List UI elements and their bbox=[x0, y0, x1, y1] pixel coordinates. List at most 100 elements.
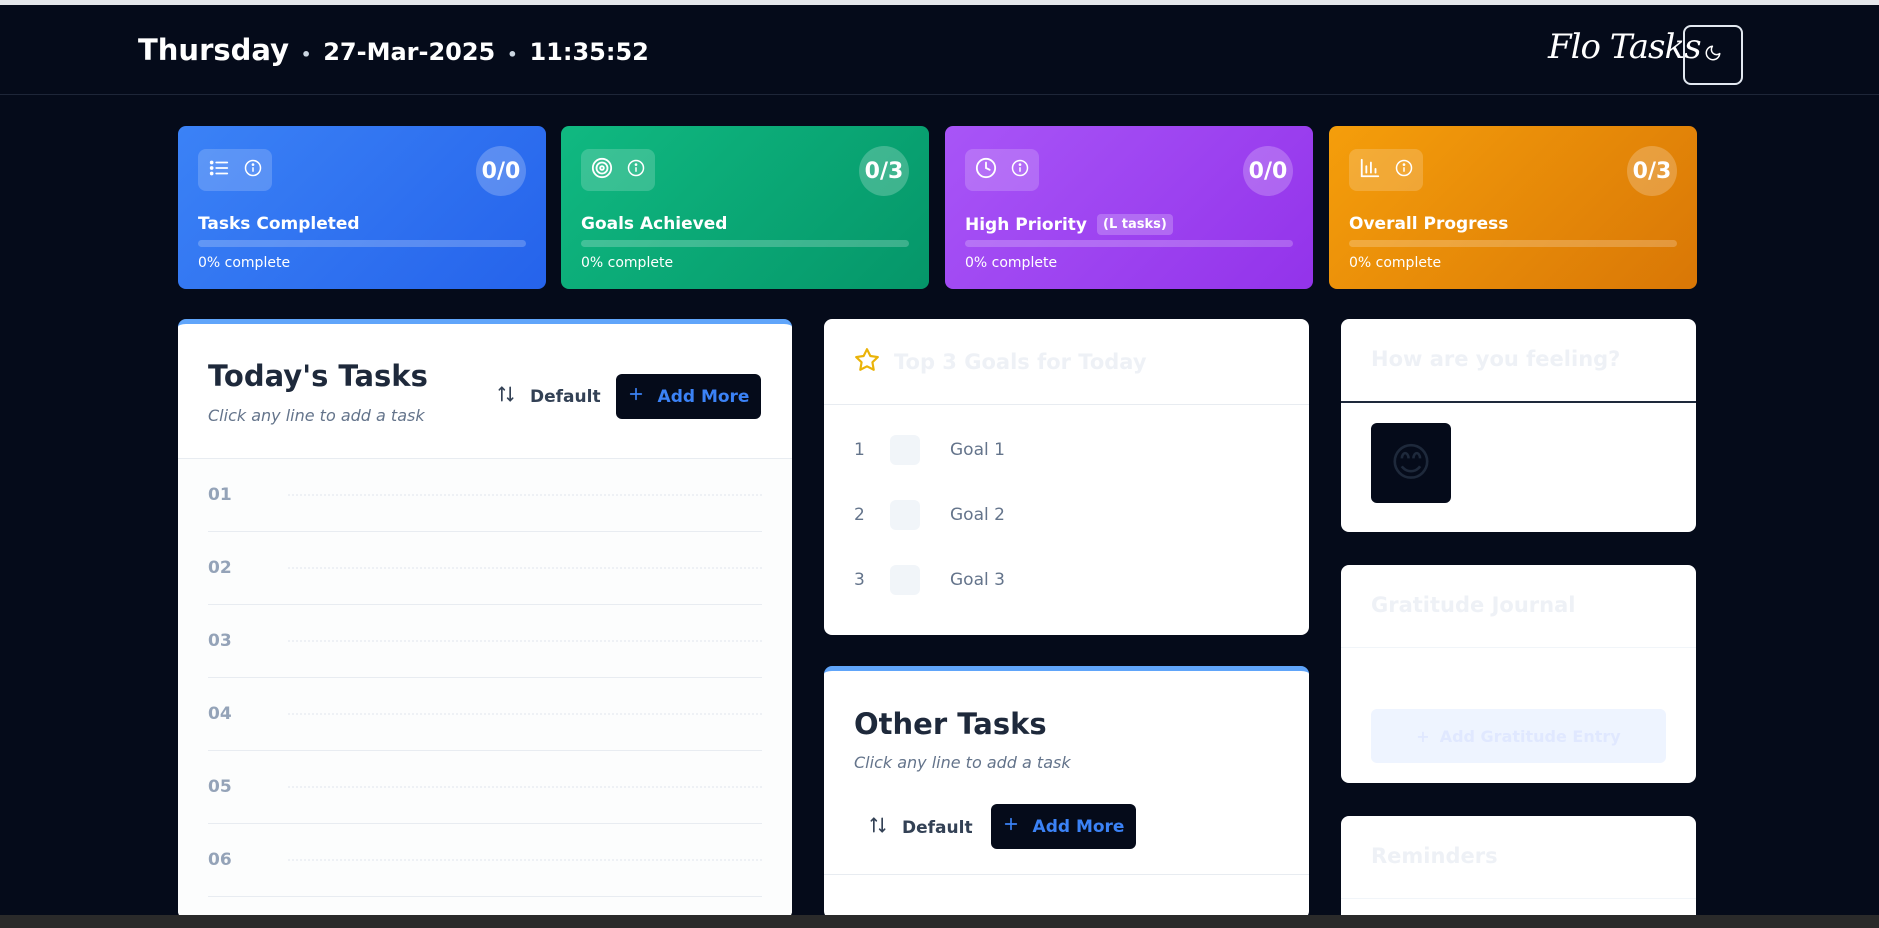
section-subtitle: Click any line to add a task bbox=[208, 406, 425, 425]
info-icon[interactable] bbox=[1011, 159, 1029, 181]
stat-icons bbox=[1349, 149, 1423, 191]
sort-label: Default bbox=[530, 386, 601, 407]
stat-title: Overall Progress bbox=[1349, 214, 1508, 234]
stat-subtext: 0% complete bbox=[198, 255, 291, 271]
line-number: 03 bbox=[208, 631, 232, 651]
goal-label[interactable]: Goal 3 bbox=[950, 570, 1005, 590]
stat-count: 0/0 bbox=[1243, 146, 1293, 196]
moon-icon bbox=[1704, 44, 1722, 66]
stat-icons bbox=[198, 149, 272, 191]
stat-card-high-priority: 0/0 High Priority (L tasks) 0% complete bbox=[945, 126, 1313, 289]
divider bbox=[1341, 401, 1696, 403]
plus-icon bbox=[628, 386, 644, 407]
goal-label[interactable]: Goal 2 bbox=[950, 505, 1005, 525]
goal-number: 2 bbox=[854, 505, 865, 525]
progress-bar bbox=[1349, 240, 1677, 247]
date-label: 27-Mar-2025 bbox=[323, 38, 496, 66]
gratitude-card: Gratitude Journal + Add Gratitude Entry bbox=[1341, 565, 1696, 783]
add-gratitude-button[interactable]: + Add Gratitude Entry bbox=[1371, 709, 1666, 763]
goal-number: 3 bbox=[854, 570, 865, 590]
separator-dot: • bbox=[507, 45, 518, 64]
section-title: Top 3 Goals for Today bbox=[894, 350, 1147, 374]
goal-row[interactable]: 2 Goal 2 bbox=[854, 500, 1005, 530]
stat-count: 0/3 bbox=[859, 146, 909, 196]
mood-button[interactable]: 😊 bbox=[1371, 423, 1451, 503]
plus-icon bbox=[1003, 816, 1019, 837]
stat-title: Goals Achieved bbox=[581, 214, 727, 234]
line-number: 02 bbox=[208, 558, 232, 578]
line-dots bbox=[288, 567, 762, 569]
task-line[interactable]: 05 bbox=[208, 751, 762, 824]
line-number: 04 bbox=[208, 704, 232, 724]
stat-title-text: Goals Achieved bbox=[581, 214, 728, 234]
sort-label: Default bbox=[902, 817, 973, 838]
stat-count: 0/3 bbox=[1627, 146, 1677, 196]
add-more-label: Add More bbox=[657, 386, 750, 407]
section-subtitle: Click any line to add a task bbox=[854, 753, 1071, 772]
section-title: Other Tasks bbox=[854, 707, 1047, 741]
stat-card-overall-progress: 0/3 Overall Progress 0% complete bbox=[1329, 126, 1697, 289]
progress-bar bbox=[581, 240, 909, 247]
app-header: Thursday • 27-Mar-2025 • 11:35:52 Flo Ta… bbox=[0, 5, 1879, 95]
line-dots bbox=[288, 713, 762, 715]
feeling-card: How are you feeling? 😊 bbox=[1341, 319, 1696, 532]
time-label: 11:35:52 bbox=[529, 38, 649, 66]
plus-icon: + bbox=[1416, 726, 1430, 746]
progress-bar bbox=[198, 240, 526, 247]
clock-icon bbox=[975, 157, 997, 183]
bar-chart-icon bbox=[1359, 157, 1381, 183]
info-icon[interactable] bbox=[627, 159, 645, 181]
section-title: Gratitude Journal bbox=[1371, 593, 1576, 617]
task-line[interactable]: 01 bbox=[208, 459, 762, 532]
task-line[interactable]: 03 bbox=[208, 605, 762, 678]
stat-card-goals-achieved: 0/3 Goals Achieved 0% complete bbox=[561, 126, 929, 289]
goal-row[interactable]: 1 Goal 1 bbox=[854, 435, 1005, 465]
task-line[interactable]: 04 bbox=[208, 678, 762, 751]
sort-icon bbox=[496, 384, 516, 409]
info-icon[interactable] bbox=[1395, 159, 1413, 181]
stat-title: High Priority (L tasks) bbox=[965, 214, 1173, 235]
todays-tasks-card: Today's Tasks Click any line to add a ta… bbox=[178, 319, 792, 919]
stat-count: 0/0 bbox=[476, 146, 526, 196]
stat-icons bbox=[965, 149, 1039, 191]
add-gratitude-label: Add Gratitude Entry bbox=[1439, 726, 1621, 746]
line-number: 06 bbox=[208, 850, 232, 870]
sort-dropdown[interactable]: Default bbox=[496, 384, 601, 409]
stat-title-text: Tasks Completed bbox=[198, 214, 360, 234]
goal-label[interactable]: Goal 1 bbox=[950, 440, 1005, 460]
stat-subtext: 0% complete bbox=[965, 255, 1058, 271]
day-label: Thursday bbox=[138, 33, 289, 67]
goal-checkbox[interactable] bbox=[890, 500, 920, 530]
other-tasks-card: Other Tasks Click any line to add a task… bbox=[824, 666, 1309, 919]
star-icon bbox=[854, 347, 880, 377]
add-more-button[interactable]: Add More bbox=[991, 804, 1136, 849]
stat-card-tasks-completed: 0/0 Tasks Completed 0% complete bbox=[178, 126, 546, 289]
goal-checkbox[interactable] bbox=[890, 435, 920, 465]
info-icon[interactable] bbox=[244, 159, 262, 181]
line-dots bbox=[288, 859, 762, 861]
stat-icons bbox=[581, 149, 655, 191]
add-more-button[interactable]: Add More bbox=[616, 374, 761, 419]
line-number: 05 bbox=[208, 777, 232, 797]
smile-emoji-icon: 😊 bbox=[1390, 440, 1432, 486]
goal-row[interactable]: 3 Goal 3 bbox=[854, 565, 1005, 595]
goals-header: Top 3 Goals for Today bbox=[854, 347, 1147, 377]
divider bbox=[1341, 647, 1696, 648]
separator-dot: • bbox=[300, 45, 312, 64]
line-dots bbox=[288, 494, 762, 496]
list-icon bbox=[208, 157, 230, 183]
task-line[interactable]: 02 bbox=[208, 532, 762, 605]
target-icon bbox=[591, 157, 613, 183]
stat-subtext: 0% complete bbox=[581, 255, 674, 271]
line-dots bbox=[288, 786, 762, 788]
sort-dropdown[interactable]: Default bbox=[868, 815, 973, 840]
section-title: Reminders bbox=[1371, 844, 1498, 868]
top-goals-card: Top 3 Goals for Today 1 Goal 1 2 Goal 2 … bbox=[824, 319, 1309, 635]
date-time-display: Thursday • 27-Mar-2025 • 11:35:52 bbox=[138, 33, 649, 67]
theme-toggle-button[interactable] bbox=[1683, 25, 1743, 85]
stat-title: Tasks Completed bbox=[198, 214, 360, 234]
task-line[interactable]: 06 bbox=[208, 824, 762, 897]
line-dots bbox=[288, 640, 762, 642]
goal-checkbox[interactable] bbox=[890, 565, 920, 595]
goal-number: 1 bbox=[854, 440, 865, 460]
